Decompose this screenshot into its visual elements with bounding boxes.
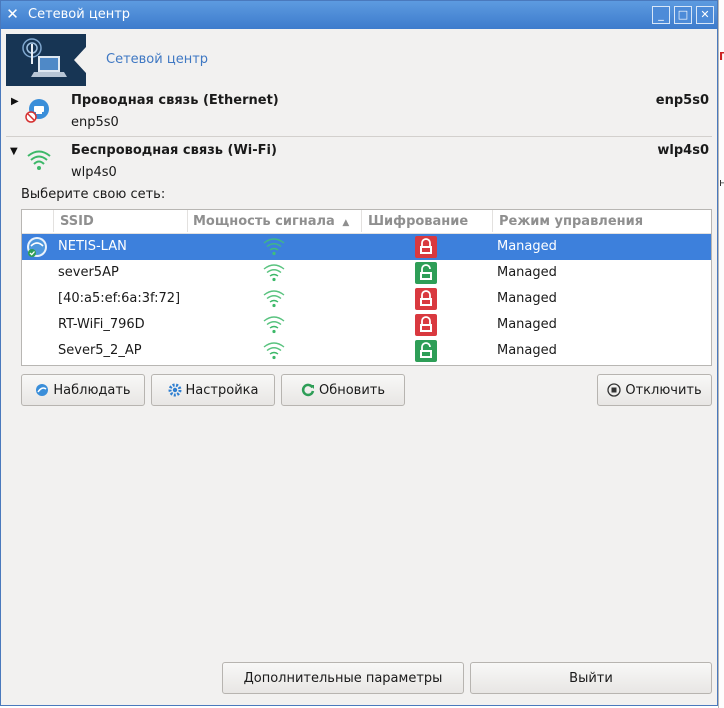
signal-strength-icon xyxy=(262,237,286,261)
gear-icon xyxy=(168,383,182,397)
monitor-label: Наблюдать xyxy=(53,382,131,398)
banner-label: Сетевой центр xyxy=(106,52,209,67)
close-icon: ✕ xyxy=(700,8,710,21)
section-divider xyxy=(6,136,712,137)
wifi-title: Беспроводная связь (Wi-Fi) xyxy=(71,143,277,158)
refresh-label: Обновить xyxy=(318,382,386,398)
lock-open-icon xyxy=(415,340,437,365)
network-table: SSID Мощность сигнала ▲ Шифрование Режим… xyxy=(21,209,712,366)
background-window-fragment: н xyxy=(719,176,724,189)
minimize-button[interactable]: _ xyxy=(652,6,670,24)
quit-label: Выйти xyxy=(569,670,613,686)
column-header-mode[interactable]: Режим управления xyxy=(499,214,643,229)
close-button[interactable]: ✕ xyxy=(696,6,714,24)
header-divider xyxy=(361,210,362,232)
column-header-signal-label: Мощность сигнала xyxy=(193,214,335,229)
ethernet-device: enp5s0 xyxy=(655,93,709,108)
mode-cell: Managed xyxy=(497,291,557,306)
lock-closed-icon xyxy=(415,236,437,262)
ethernet-subtitle: enp5s0 xyxy=(71,115,119,130)
table-row[interactable]: sever5AP Managed xyxy=(22,260,711,286)
window-menu-close-icon[interactable]: ✕ xyxy=(4,6,21,23)
connected-status-icon xyxy=(25,236,49,262)
mode-cell: Managed xyxy=(497,265,557,280)
monitor-button[interactable]: Наблюдать xyxy=(21,374,145,406)
header-divider xyxy=(492,210,493,232)
mode-cell: Managed xyxy=(497,343,557,358)
sort-ascending-icon: ▲ xyxy=(342,218,350,228)
ssid-cell: NETIS-LAN xyxy=(58,239,127,254)
ethernet-title: Проводная связь (Ethernet) xyxy=(71,93,279,108)
configure-button[interactable]: Настройка xyxy=(151,374,275,406)
disconnect-button[interactable]: Отключить xyxy=(597,374,712,406)
ssid-cell: RT-WiFi_796D xyxy=(58,317,145,332)
lock-closed-icon xyxy=(415,314,437,340)
signal-strength-icon xyxy=(262,289,286,313)
wifi-expander-arrow-icon[interactable]: ▼ xyxy=(10,146,18,157)
table-row[interactable]: Sever5_2_AP Managed xyxy=(22,338,711,364)
ssid-cell: [40:a5:ef:6a:3f:72] xyxy=(58,291,181,306)
network-select-prompt: Выберите свою сеть: xyxy=(21,187,166,202)
refresh-button[interactable]: Обновить xyxy=(281,374,405,406)
signal-strength-icon xyxy=(262,315,286,339)
ethernet-expander-arrow-icon[interactable]: ▶ xyxy=(11,96,19,107)
wifi-subtitle: wlp4s0 xyxy=(71,165,117,180)
minimize-icon: _ xyxy=(658,8,664,21)
column-header-encryption[interactable]: Шифрование xyxy=(368,214,468,229)
stop-icon xyxy=(607,383,622,397)
mode-cell: Managed xyxy=(497,317,557,332)
lock-open-icon xyxy=(415,262,437,288)
advanced-settings-label: Дополнительные параметры xyxy=(243,670,443,686)
signal-strength-icon xyxy=(262,341,286,365)
lock-closed-icon xyxy=(415,288,437,314)
quit-button[interactable]: Выйти xyxy=(470,662,712,694)
column-header-signal[interactable]: Мощность сигнала ▲ xyxy=(193,214,349,229)
wifi-device: wlp4s0 xyxy=(657,143,709,158)
table-row[interactable]: [40:a5:ef:6a:3f:72] Managed xyxy=(22,286,711,312)
ethernet-icon xyxy=(25,97,51,127)
disconnect-label: Отключить xyxy=(625,382,702,398)
window-title: Сетевой центр xyxy=(28,7,131,22)
banner-notch xyxy=(74,47,86,73)
monitor-icon xyxy=(35,383,49,397)
table-row[interactable]: RT-WiFi_796D Managed xyxy=(22,312,711,338)
mode-cell: Managed xyxy=(497,239,557,254)
header-divider xyxy=(53,210,54,232)
maximize-icon: □ xyxy=(677,8,689,21)
header-divider xyxy=(187,210,188,232)
configure-label: Настройка xyxy=(185,382,259,398)
ssid-cell: sever5AP xyxy=(58,265,119,280)
maximize-button[interactable]: □ xyxy=(674,6,692,24)
column-header-ssid[interactable]: SSID xyxy=(60,214,94,229)
advanced-settings-button[interactable]: Дополнительные параметры xyxy=(222,662,464,694)
background-window-edge xyxy=(718,0,724,708)
table-row[interactable]: NETIS-LAN Managed xyxy=(22,234,711,260)
table-header: SSID Мощность сигнала ▲ Шифрование Режим… xyxy=(22,210,711,234)
title-bar: ✕ Сетевой центр _ □ ✕ xyxy=(1,1,717,29)
ssid-cell: Sever5_2_AP xyxy=(58,343,142,358)
background-window-fragment: П xyxy=(719,50,724,63)
network-center-window: ✕ Сетевой центр _ □ ✕ Сетевой центр ▶ Пр… xyxy=(0,0,718,706)
wifi-section-icon xyxy=(26,149,52,175)
signal-strength-icon xyxy=(262,263,286,287)
refresh-icon xyxy=(301,383,315,397)
